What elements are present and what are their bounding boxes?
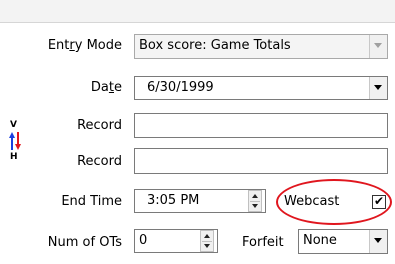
record-visitor-input[interactable] bbox=[134, 113, 388, 138]
record-home-input[interactable] bbox=[134, 148, 388, 174]
chevron-down-icon bbox=[374, 43, 382, 48]
visitor-home-indicator: V H bbox=[8, 120, 22, 164]
forfeit-label: Forfeit bbox=[242, 235, 284, 250]
date-dropdown-arrow[interactable] bbox=[369, 77, 387, 99]
chevron-down-icon bbox=[374, 85, 382, 90]
home-letter: H bbox=[10, 152, 18, 162]
entry-mode-label-pre: Ent bbox=[47, 38, 70, 53]
record-visitor-label: Record bbox=[77, 118, 122, 133]
spin-down-icon[interactable] bbox=[204, 244, 210, 248]
num-ots-spinner[interactable] bbox=[200, 230, 214, 252]
entry-mode-value: Box score: Game Totals bbox=[139, 38, 291, 53]
date-picker[interactable]: 6/30/1999 bbox=[134, 76, 388, 100]
num-ots-value: 0 bbox=[139, 233, 148, 248]
entry-mode-label: Entry Mode bbox=[30, 38, 122, 53]
game-entry-panel: Entry Mode Box score: Game Totals Date 6… bbox=[0, 0, 395, 264]
forfeit-dropdown[interactable]: None bbox=[298, 229, 388, 254]
end-time-spinner[interactable] bbox=[248, 190, 262, 212]
top-bar bbox=[0, 0, 395, 23]
date-label-pre: Da bbox=[90, 80, 109, 95]
end-time-value: 3:05 PM bbox=[147, 193, 200, 208]
spinner-divider bbox=[202, 241, 212, 242]
spin-down-icon[interactable] bbox=[252, 204, 258, 208]
end-time-input[interactable]: 3:05 PM bbox=[134, 189, 266, 213]
spin-up-icon[interactable] bbox=[252, 194, 258, 198]
chevron-down-icon bbox=[374, 238, 382, 243]
forfeit-dropdown-arrow[interactable] bbox=[369, 230, 387, 253]
spin-up-icon[interactable] bbox=[204, 234, 210, 238]
visitor-letter: V bbox=[10, 120, 17, 130]
spinner-divider bbox=[250, 201, 260, 202]
date-label-post: e bbox=[114, 80, 122, 95]
entry-mode-dropdown[interactable]: Box score: Game Totals bbox=[134, 34, 388, 59]
highlight-circle-annotation bbox=[276, 179, 392, 225]
date-value: 6/30/1999 bbox=[147, 80, 214, 95]
record-home-label: Record bbox=[77, 154, 122, 169]
date-label: Date bbox=[30, 80, 122, 95]
forfeit-value: None bbox=[303, 233, 337, 248]
entry-mode-dropdown-arrow[interactable] bbox=[369, 35, 387, 58]
end-time-label: End Time bbox=[61, 194, 122, 209]
entry-mode-label-post: y Mode bbox=[74, 38, 122, 53]
num-ots-label: Num of OTs bbox=[47, 235, 122, 250]
swap-arrows-icon bbox=[9, 132, 21, 150]
